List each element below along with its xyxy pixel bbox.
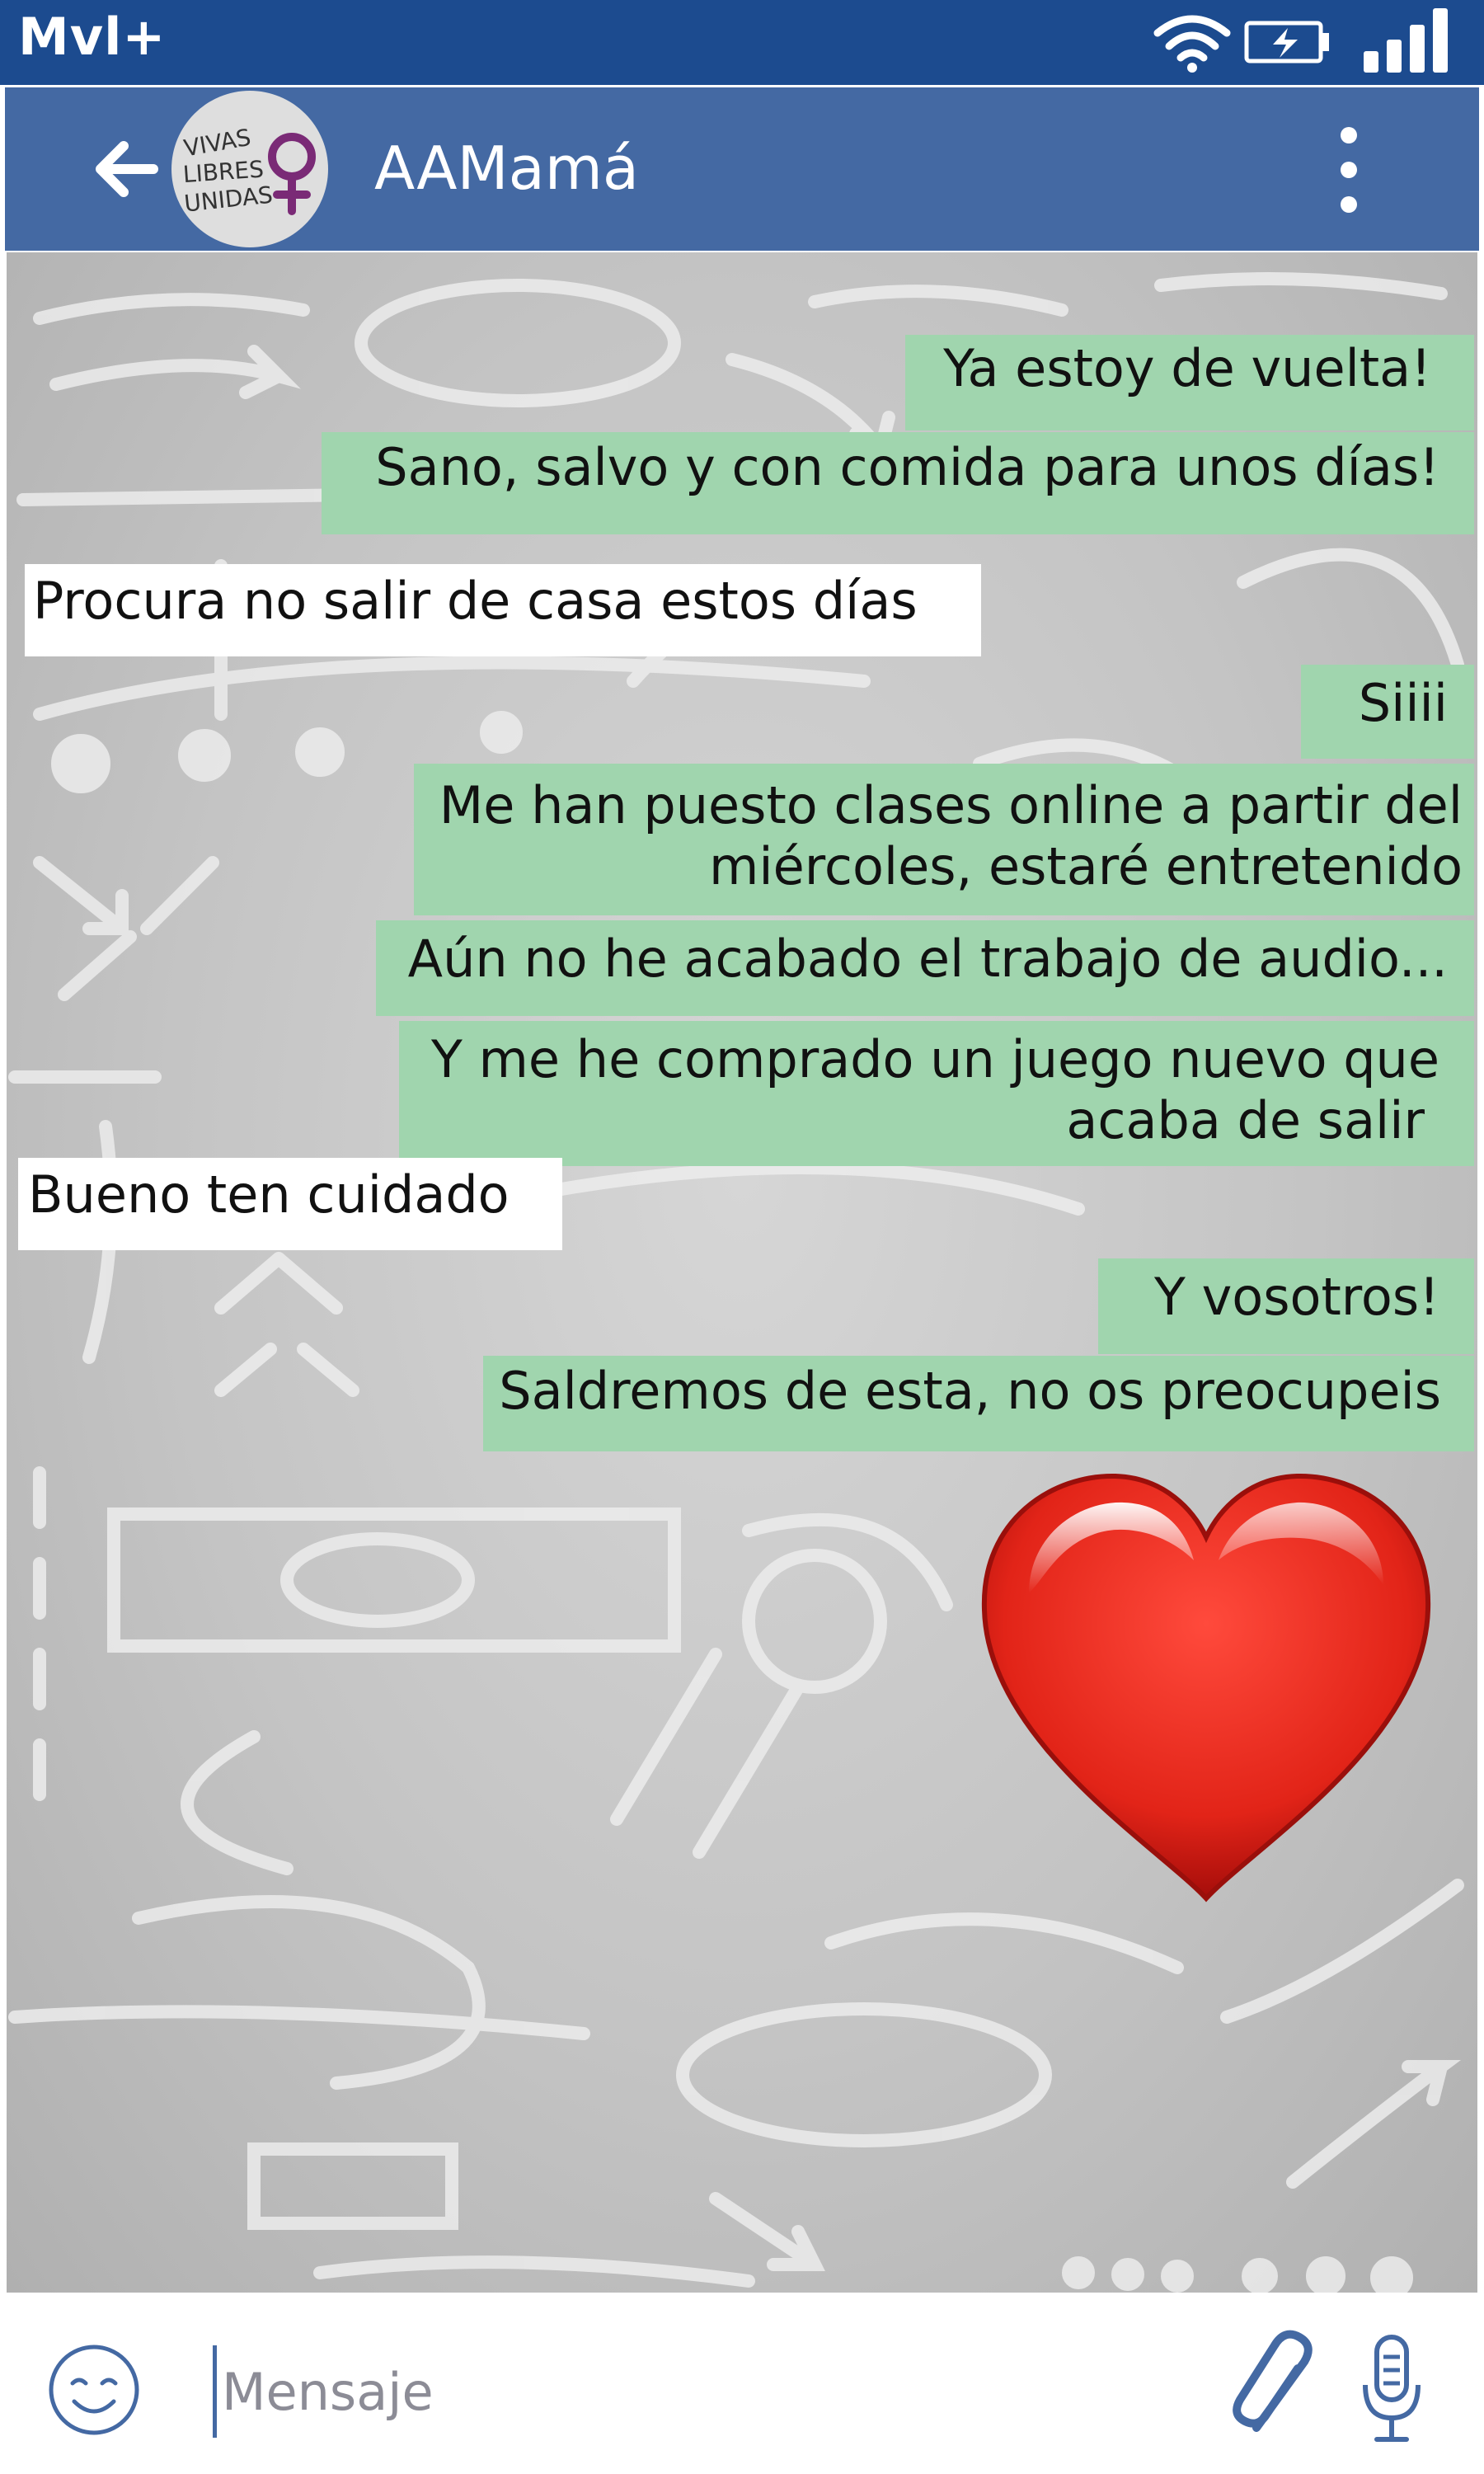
message-text: Procura no salir de casa estos días: [33, 571, 918, 631]
avatar[interactable]: VIVAS LIBRES UNIDAS: [171, 91, 328, 247]
message-text: Bueno ten cuidado: [28, 1164, 510, 1225]
chat-header: VIVAS LIBRES UNIDAS AAMamá: [5, 87, 1479, 251]
message-text-line: Y me he comprado un juego nuevo que: [430, 1029, 1439, 1089]
message-outgoing[interactable]: Siiii: [1301, 665, 1474, 759]
chat-area[interactable]: Ya estoy de vuelta! Sano, salvo y con co…: [7, 252, 1477, 2293]
contact-name[interactable]: AAMamá: [374, 134, 639, 203]
microphone-icon[interactable]: [1359, 2332, 1425, 2448]
more-vert-icon[interactable]: [1324, 120, 1374, 219]
message-text: Ya estoy de vuelta!: [943, 338, 1431, 398]
signal-icon: [1364, 8, 1448, 73]
avatar-logo: VIVAS LIBRES UNIDAS: [182, 124, 316, 218]
message-outgoing[interactable]: Saldremos de esta, no os preocupeis: [483, 1356, 1474, 1451]
message-text: Y vosotros!: [1154, 1267, 1439, 1327]
message-text: Aún no he acabado el trabajo de audio...: [407, 929, 1448, 989]
message-input-bar: [0, 2296, 1484, 2474]
message-input[interactable]: [213, 2345, 1202, 2438]
back-arrow-icon[interactable]: [87, 132, 162, 206]
battery-charging-icon: [1244, 21, 1329, 63]
message-text-line: Me han puesto clases online a partir del: [439, 775, 1463, 835]
message-text: Sano, salvo y con comida para unos días!: [375, 437, 1439, 497]
message-text: Saldremos de esta, no os preocupeis: [499, 1361, 1441, 1421]
attach-icon[interactable]: [1232, 2329, 1322, 2444]
message-outgoing[interactable]: Y vosotros!: [1098, 1258, 1474, 1354]
message-outgoing[interactable]: Sano, salvo y con comida para unos días!: [322, 432, 1474, 534]
message-outgoing[interactable]: Me han puesto clases online a partir del…: [414, 764, 1474, 915]
message-outgoing[interactable]: Ya estoy de vuelta!: [905, 335, 1474, 430]
emoji-icon[interactable]: [46, 2342, 142, 2438]
message-outgoing[interactable]: Y me he comprado un juego nuevo que acab…: [399, 1021, 1474, 1166]
message-outgoing[interactable]: Aún no he acabado el trabajo de audio...: [376, 920, 1474, 1016]
wifi-icon: [1153, 15, 1231, 73]
carrier-name: Mvl+: [18, 7, 167, 67]
message-text-line: miércoles, estaré entretenido: [708, 836, 1463, 896]
message-text-line: acaba de salir: [1066, 1090, 1425, 1150]
message-incoming[interactable]: Bueno ten cuidado: [18, 1158, 562, 1250]
message-text: Siiii: [1358, 673, 1448, 733]
status-bar: Mvl+: [0, 0, 1484, 85]
heart-emoji-icon[interactable]: [971, 1470, 1441, 1915]
message-incoming[interactable]: Procura no salir de casa estos días: [25, 564, 981, 656]
